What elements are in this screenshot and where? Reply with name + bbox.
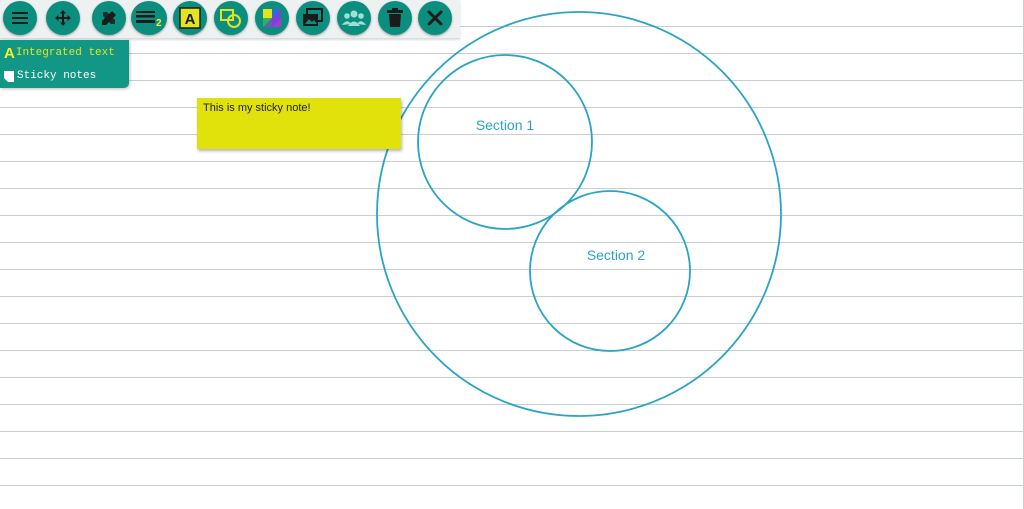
- color-palette-icon: [263, 9, 281, 27]
- close-button[interactable]: [418, 1, 452, 35]
- users-icon: [342, 10, 366, 26]
- line-width-button[interactable]: 2: [131, 1, 167, 35]
- draw-tools-button[interactable]: [92, 1, 126, 35]
- menu-item-integrated-text[interactable]: A Integrated text: [4, 43, 115, 63]
- sticky-note-icon: [4, 70, 14, 82]
- insert-image-button[interactable]: [296, 1, 330, 35]
- trash-icon: [387, 8, 403, 27]
- menu-button[interactable]: [3, 1, 37, 35]
- drawing-tools-icon: [102, 11, 116, 25]
- text-tool-glyph: A: [185, 11, 196, 28]
- lined-canvas[interactable]: Section 1 Section 2 This is my sticky no…: [0, 0, 1024, 509]
- toolbar: 2 A: [0, 0, 460, 39]
- delete-button[interactable]: [378, 1, 412, 35]
- hamburger-menu-icon: [12, 12, 28, 24]
- move-button[interactable]: [46, 1, 80, 35]
- menu-item-sticky-notes[interactable]: Sticky notes: [4, 66, 96, 86]
- move-arrows-icon: [55, 10, 71, 26]
- section-1-circle[interactable]: [417, 54, 593, 230]
- outer-circle[interactable]: [376, 11, 782, 417]
- shapes-icon: [220, 9, 241, 28]
- section-2-circle[interactable]: [529, 190, 691, 352]
- text-a-icon: A: [4, 44, 15, 62]
- insert-image-icon: [303, 8, 323, 26]
- users-button[interactable]: [337, 1, 371, 35]
- menu-item-label: Integrated text: [15, 47, 115, 59]
- line-width-badge: 2: [156, 18, 162, 27]
- sticky-note-text: This is my sticky note!: [203, 102, 311, 114]
- insert-menu: A Integrated text Sticky notes: [0, 40, 129, 88]
- sticky-note[interactable]: This is my sticky note!: [197, 98, 401, 149]
- section-1-label: Section 1: [476, 117, 535, 133]
- section-2-label: Section 2: [587, 247, 646, 263]
- color-button[interactable]: [255, 1, 289, 35]
- menu-item-label: Sticky notes: [17, 70, 97, 82]
- close-icon: [427, 10, 443, 26]
- text-tool-button[interactable]: A: [173, 1, 207, 35]
- text-tool-icon: A: [179, 7, 201, 29]
- line-width-icon: 2: [136, 11, 162, 27]
- venn-diagram[interactable]: Section 1 Section 2: [0, 0, 1024, 509]
- shapes-button[interactable]: [214, 1, 248, 35]
